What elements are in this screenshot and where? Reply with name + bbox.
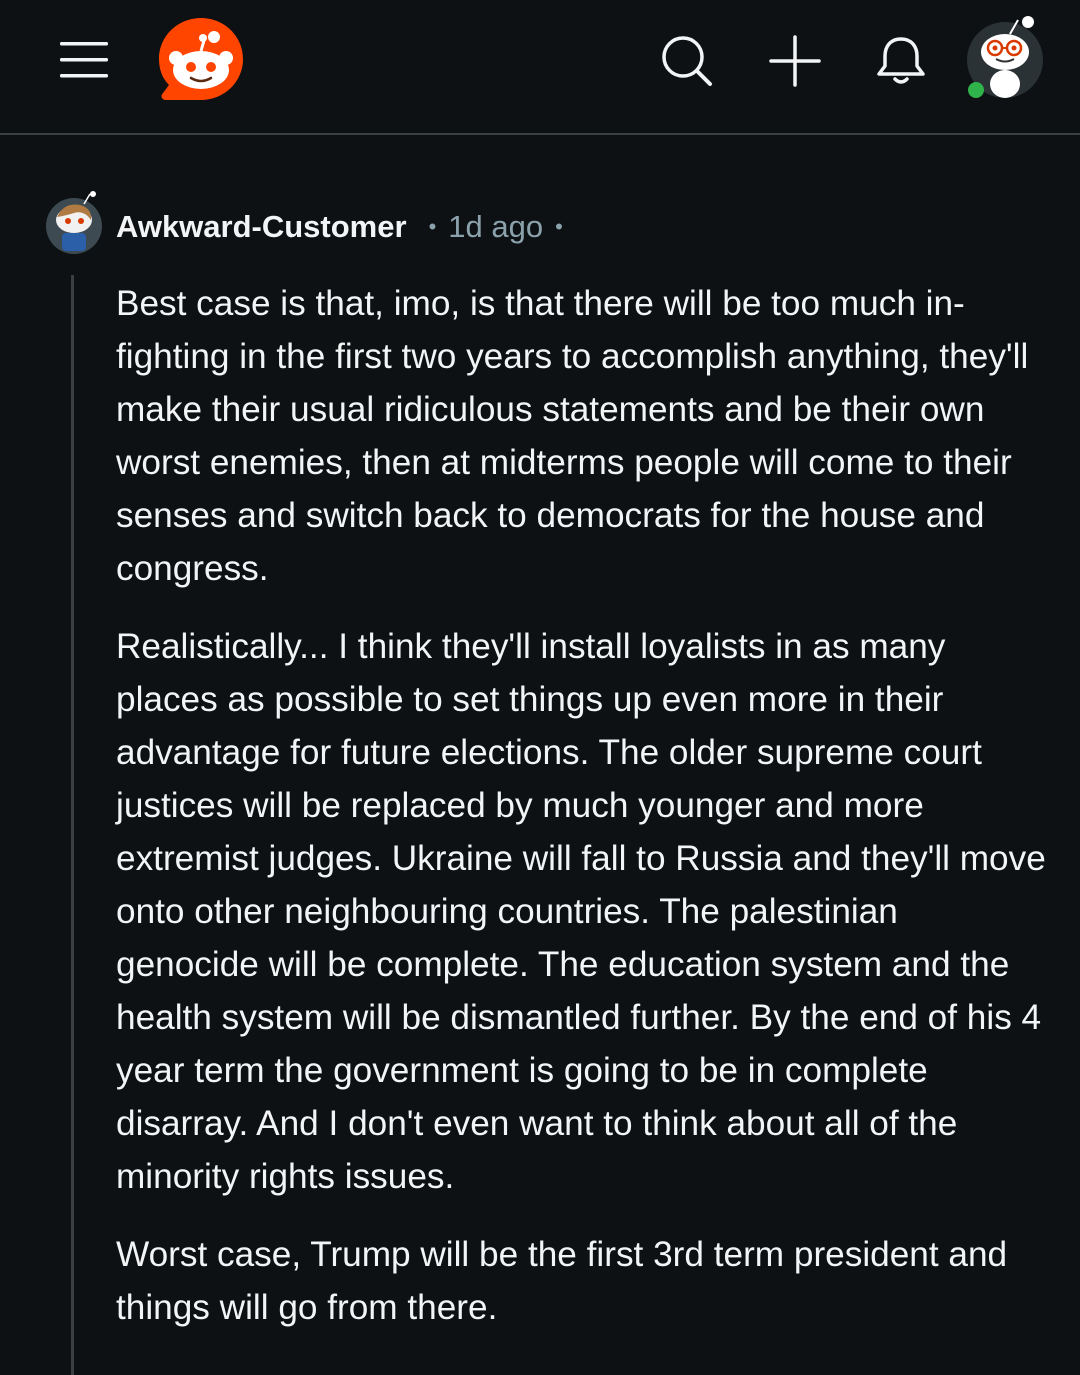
- hamburger-menu-icon[interactable]: [50, 30, 118, 90]
- comment-paragraph: Best case is that, imo, is that there wi…: [116, 284, 1029, 588]
- comment-meta: Awkward-Customer • 1d ago •: [116, 207, 563, 247]
- plus-icon[interactable]: [760, 26, 830, 96]
- reddit-logo-icon[interactable]: [156, 15, 246, 105]
- separator-dot: •: [555, 214, 563, 239]
- search-icon[interactable]: [652, 26, 722, 96]
- comment-paragraph: Realistically... I think they'll install…: [116, 627, 1046, 1196]
- online-status-dot: [968, 82, 984, 98]
- comment-body: Best case is that, imo, is that there wi…: [116, 277, 1046, 1359]
- comment-timestamp: 1d ago: [448, 209, 544, 244]
- author-avatar[interactable]: [44, 190, 104, 256]
- comment-paragraph: Worst case, Trump will be the first 3rd …: [116, 1235, 1008, 1327]
- comment: Awkward-Customer • 1d ago • Best case is…: [0, 135, 1080, 1375]
- bell-icon[interactable]: [866, 26, 936, 96]
- separator-dot: •: [428, 214, 437, 239]
- thread-line[interactable]: [71, 275, 74, 1375]
- top-navigation-bar: [0, 0, 1080, 135]
- profile-avatar-icon[interactable]: [962, 12, 1048, 102]
- author-username[interactable]: Awkward-Customer: [116, 209, 407, 245]
